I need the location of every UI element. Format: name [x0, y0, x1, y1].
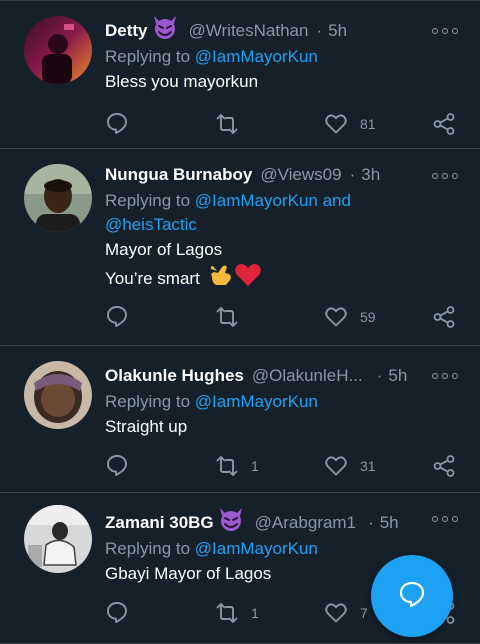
- replying-to: Replying to @IamMayorKun: [105, 390, 460, 414]
- replying-to-label: Replying to: [105, 191, 195, 210]
- timestamp[interactable]: 5h: [328, 17, 347, 45]
- tweet-actions: 81: [0, 109, 480, 139]
- mention-link[interactable]: @heisTactic: [105, 215, 197, 234]
- author-name[interactable]: Detty: [105, 17, 148, 45]
- separator-dot: ·: [316, 21, 323, 40]
- share-icon: [433, 455, 455, 477]
- reply-icon: [107, 113, 127, 134]
- retweet-button[interactable]: 1: [215, 451, 259, 481]
- author-name[interactable]: Zamani 30BG: [105, 509, 214, 537]
- author-name[interactable]: Olakunle Hughes: [105, 362, 244, 390]
- red-heart-icon: [234, 263, 262, 295]
- reply-button[interactable]: [106, 598, 130, 628]
- timestamp[interactable]: 5h: [388, 362, 407, 390]
- like-button[interactable]: 7: [324, 598, 368, 628]
- like-icon: [325, 603, 347, 623]
- like-count: 59: [360, 309, 376, 325]
- author-handle[interactable]: @WritesNathan: [189, 17, 309, 45]
- like-icon: [325, 307, 347, 327]
- tweet-text: Mayor of Lagos: [105, 240, 223, 259]
- like-count: 31: [360, 458, 376, 474]
- more-options-icon[interactable]: [432, 26, 458, 36]
- share-button[interactable]: [432, 302, 456, 332]
- smiling-devil-icon: [217, 506, 245, 541]
- author-handle[interactable]: @OlakunleH...: [252, 362, 363, 390]
- author-name[interactable]: Nungua Burnaboy: [105, 161, 252, 189]
- mention-link[interactable]: @IamMayorKun: [195, 392, 318, 411]
- like-button[interactable]: 81: [324, 109, 376, 139]
- replying-to: Replying to @IamMayorKun: [105, 45, 460, 69]
- avatar[interactable]: [24, 361, 92, 429]
- avatar[interactable]: [24, 164, 92, 232]
- compose-reply-button[interactable]: [371, 555, 453, 637]
- reply-icon: [107, 602, 127, 623]
- avatar[interactable]: [24, 505, 92, 573]
- tweet-actions: 1 31: [0, 451, 480, 481]
- compose-reply-icon: [398, 580, 426, 613]
- timestamp[interactable]: 5h: [380, 509, 399, 537]
- avatar[interactable]: [24, 16, 92, 84]
- retweet-icon: [216, 307, 238, 327]
- more-options-icon[interactable]: [432, 371, 458, 381]
- separator-dot: ·: [376, 366, 383, 385]
- share-button[interactable]: [432, 109, 456, 139]
- retweet-icon: [216, 603, 238, 623]
- more-options-icon[interactable]: [432, 514, 458, 524]
- like-icon: [325, 456, 347, 476]
- retweet-button[interactable]: 1: [215, 598, 259, 628]
- separator-dot: ·: [349, 165, 356, 184]
- share-icon: [433, 113, 455, 135]
- tweet-text: Straight up: [105, 417, 188, 436]
- like-button[interactable]: 31: [324, 451, 376, 481]
- replying-to: Replying to @IamMayorKun and: [105, 189, 460, 213]
- replying-to-label: Replying to: [105, 47, 195, 66]
- like-count: 81: [360, 116, 376, 132]
- share-icon: [433, 306, 455, 328]
- tweet[interactable]: Nungua Burnaboy @Views09 · 3h Replying t…: [0, 149, 480, 346]
- mention-link[interactable]: @IamMayorKun and: [195, 191, 351, 210]
- tweet-actions: 59: [0, 302, 480, 332]
- reply-icon: [107, 306, 127, 327]
- retweet-button[interactable]: [215, 109, 239, 139]
- timestamp[interactable]: 3h: [361, 161, 380, 189]
- author-handle[interactable]: @Views09: [260, 161, 341, 189]
- like-icon: [325, 114, 347, 134]
- call-me-hand-icon: [208, 263, 234, 295]
- replying-to-label: Replying to: [105, 392, 195, 411]
- mention-link[interactable]: @IamMayorKun: [195, 47, 318, 66]
- replying-to-continued: @heisTactic: [105, 213, 460, 237]
- retweet-icon: [216, 456, 238, 476]
- tweet[interactable]: Detty @WritesNathan · 5h Replying to @Ia…: [0, 0, 480, 149]
- share-button[interactable]: [432, 451, 456, 481]
- retweet-count: 1: [251, 458, 259, 474]
- separator-dot: ·: [368, 513, 374, 532]
- mention-link[interactable]: @IamMayorKun: [195, 539, 318, 558]
- tweet[interactable]: Olakunle Hughes @OlakunleH... · 5h Reply…: [0, 346, 480, 493]
- tweet-text: You’re smart: [105, 263, 460, 295]
- reply-feed: Detty @WritesNathan · 5h Replying to @Ia…: [0, 0, 480, 644]
- like-count: 7: [360, 605, 368, 621]
- reply-button[interactable]: [106, 302, 130, 332]
- retweet-count: 1: [251, 605, 259, 621]
- tweet-text-line: You’re smart: [105, 269, 200, 288]
- more-options-icon[interactable]: [432, 171, 458, 181]
- smiling-devil-icon: [151, 14, 179, 49]
- reply-button[interactable]: [106, 109, 130, 139]
- retweet-icon: [216, 114, 238, 134]
- replying-to-label: Replying to: [105, 539, 195, 558]
- retweet-button[interactable]: [215, 302, 239, 332]
- tweet-text: Bless you mayorkun: [105, 72, 259, 91]
- reply-icon: [107, 455, 127, 476]
- like-button[interactable]: 59: [324, 302, 376, 332]
- author-handle[interactable]: @Arabgram1: [255, 509, 356, 537]
- reply-button[interactable]: [106, 451, 130, 481]
